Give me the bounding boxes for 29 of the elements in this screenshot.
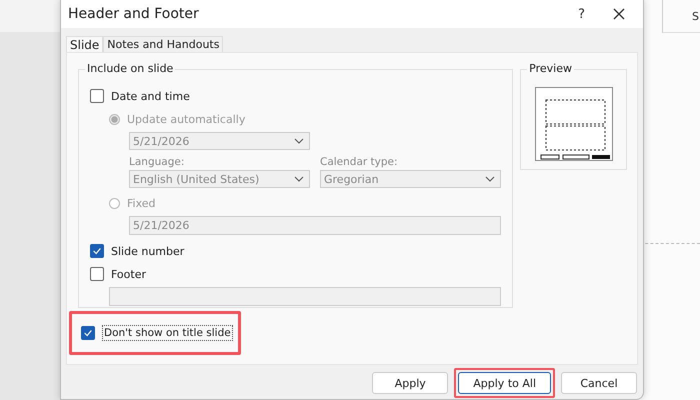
dialog-button[interactable]: Cancel	[561, 372, 637, 394]
group-label: Preview	[527, 62, 574, 75]
check-icon	[92, 246, 102, 256]
checkbox[interactable]	[90, 267, 104, 281]
ribbon-label[interactable]: S	[692, 10, 699, 22]
tab[interactable]: Slide	[66, 36, 104, 52]
group-label: Include on slide	[85, 62, 176, 75]
chevron-icon	[294, 176, 304, 182]
checkbox-label: Date and time	[111, 90, 190, 102]
chevron-icon	[485, 176, 495, 182]
chevron-icon	[294, 138, 304, 144]
checkbox[interactable]	[90, 89, 104, 103]
field-label: Language:	[129, 156, 186, 168]
footer-field[interactable]	[109, 287, 501, 306]
dialog-button[interactable]: Apply	[372, 372, 448, 394]
checkbox-label: Footer	[111, 268, 146, 280]
radio-label: Fixed	[127, 196, 156, 210]
check-icon	[83, 328, 93, 338]
tab[interactable]: Notes and Handouts	[103, 36, 224, 52]
help-button[interactable]: ?	[578, 6, 585, 22]
checkbox[interactable]	[90, 244, 104, 258]
checkbox-label: Slide number	[111, 244, 184, 258]
field-label: Calendar type:	[320, 156, 399, 168]
checkbox[interactable]	[81, 326, 95, 340]
apply-to-all-button[interactable]: Apply to All	[458, 372, 551, 394]
window-title: Header and Footer	[68, 6, 200, 22]
radio-label: Update automatically	[127, 112, 246, 126]
checkbox-label: Don't show on title slide	[102, 325, 233, 341]
close-icon[interactable]	[613, 8, 625, 20]
